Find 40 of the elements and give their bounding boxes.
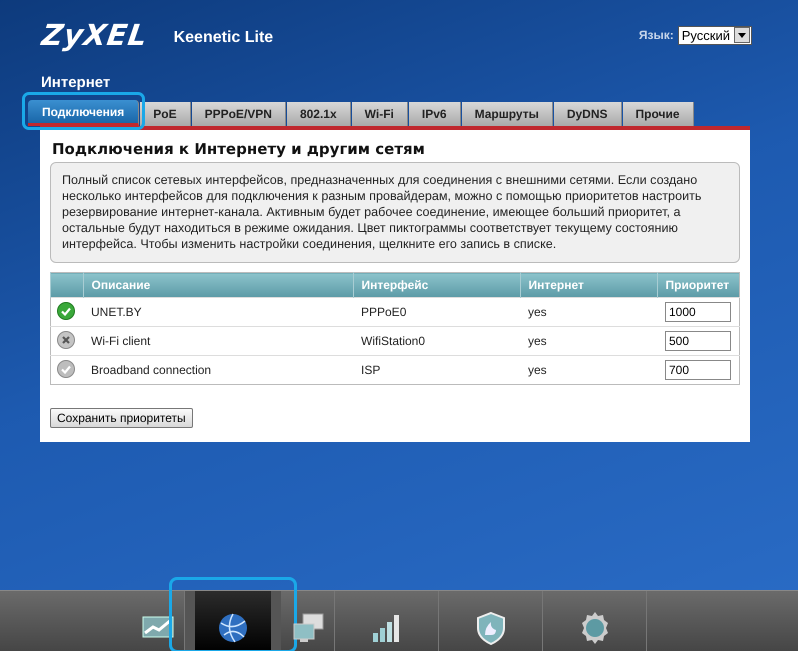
priority-field[interactable]: 1000 bbox=[665, 302, 731, 322]
table-cell: yes bbox=[520, 326, 657, 356]
priority-field[interactable]: 500 bbox=[665, 331, 731, 351]
panel-title: Подключения к Интернету и другим сетям bbox=[52, 140, 426, 158]
tab[interactable]: Подключения bbox=[28, 100, 140, 126]
save-button[interactable]: Сохранить приоритеты bbox=[50, 408, 193, 428]
model-name: Keenetic Lite bbox=[174, 29, 274, 47]
tab[interactable]: PPPoE/VPN bbox=[192, 102, 286, 126]
tab[interactable]: Маршруты bbox=[462, 102, 553, 126]
tab[interactable]: PoE bbox=[140, 102, 191, 126]
table-cell: WifiStation0 bbox=[353, 326, 520, 356]
description: Полный список сетевых интерфейсов, предназначенных для соединения с внешними сетями. Если создано несколько интерфейсов для подключения к разным провайдерам, можно с помощью приоритетов настроить резервирование интернет-канала. Активным будет рабочее соединение, имеющее больший приоритет, а остальные будут находиться в режиме ожидания. Цвет пиктограммы соответствует текущему состоянию интерфейса. Чтобы изменить настройки соединения, щелкните его запись в списке. bbox=[50, 162, 740, 263]
tab[interactable]: DyDNS bbox=[554, 102, 622, 126]
tab[interactable]: 802.1x bbox=[286, 102, 351, 126]
tab[interactable]: Прочие bbox=[622, 102, 694, 126]
logo: ZyXEL bbox=[40, 18, 150, 52]
table-cell: yes bbox=[520, 298, 657, 326]
caret-icon bbox=[734, 27, 750, 43]
priority-field[interactable]: 700 bbox=[665, 360, 731, 380]
tab[interactable]: Wi-Fi bbox=[352, 102, 408, 126]
language-label: Язык: bbox=[638, 28, 674, 42]
taskbar-item[interactable] bbox=[185, 591, 281, 651]
status-icon bbox=[57, 302, 75, 320]
computers-icon bbox=[290, 611, 324, 645]
table-cell: UNET.BY bbox=[83, 298, 353, 326]
column-header: Приоритет bbox=[657, 272, 740, 298]
table-cell: Broadband connection bbox=[83, 356, 353, 384]
column-header: Интернет bbox=[520, 272, 657, 298]
section-title: Интернет bbox=[41, 74, 112, 91]
status-icon bbox=[57, 360, 75, 378]
status-icon bbox=[57, 330, 75, 348]
table-cell: Wi-Fi client bbox=[83, 326, 353, 356]
table-cell: yes bbox=[520, 356, 657, 384]
globe-icon bbox=[216, 611, 250, 645]
table-cell: PPPoE0 bbox=[353, 298, 520, 326]
tab[interactable]: IPv6 bbox=[408, 102, 461, 126]
column-header: Описание bbox=[83, 272, 353, 298]
table-cell: ISP bbox=[353, 356, 520, 384]
column-header: Интерфейс bbox=[353, 272, 520, 298]
language-dropdown[interactable]: Русский bbox=[678, 26, 752, 44]
